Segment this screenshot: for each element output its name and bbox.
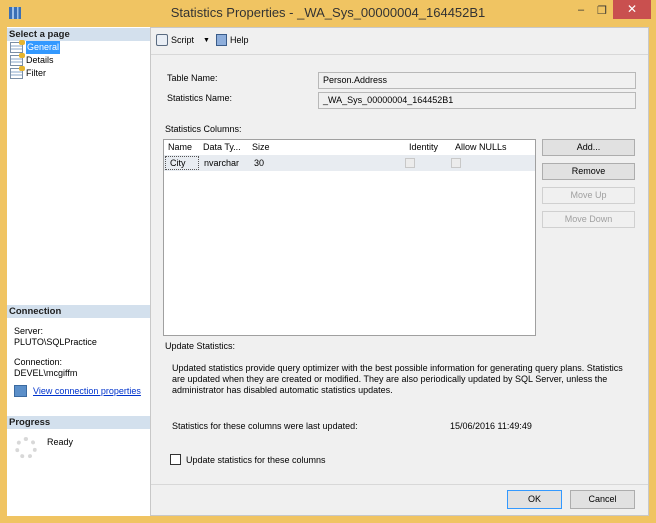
statistics-columns-grid[interactable]: Name Data Ty... Size Identity Allow NULL… bbox=[163, 139, 536, 336]
server-label: Server: bbox=[14, 326, 44, 336]
connection-value: DEVEL\mcgiffm bbox=[14, 368, 78, 378]
allow-nulls-checkbox[interactable] bbox=[451, 158, 461, 168]
page-details[interactable]: Details bbox=[10, 53, 54, 67]
page-label: General bbox=[26, 41, 61, 54]
page-icon bbox=[10, 40, 25, 53]
ok-button[interactable]: OK bbox=[507, 490, 562, 509]
last-updated-value: 15/06/2016 11:49:49 bbox=[450, 421, 532, 431]
column-header-identity[interactable]: Identity bbox=[409, 140, 438, 154]
column-header-data-type[interactable]: Data Ty... bbox=[203, 140, 241, 154]
connection-header: Connection bbox=[7, 305, 150, 318]
statistics-name-field[interactable]: _WA_Sys_00000004_164452B1 bbox=[318, 92, 636, 109]
table-row[interactable]: City nvarchar 30 bbox=[164, 155, 535, 171]
remove-button[interactable]: Remove bbox=[542, 163, 635, 180]
add-button[interactable]: Add... bbox=[542, 139, 635, 156]
statistics-name-label: Statistics Name: bbox=[167, 93, 233, 103]
last-updated-label: Statistics for these columns were last u… bbox=[172, 421, 358, 431]
statistics-columns-label: Statistics Columns: bbox=[165, 124, 242, 134]
view-connection-properties-link[interactable]: View connection properties bbox=[33, 386, 141, 396]
help-icon bbox=[216, 34, 227, 46]
cell-size[interactable]: 30 bbox=[254, 155, 264, 171]
page-label: Details bbox=[26, 55, 54, 65]
close-button[interactable]: ✕ bbox=[613, 0, 651, 19]
cell-data-type[interactable]: nvarchar bbox=[204, 155, 239, 171]
progress-status: Ready bbox=[47, 437, 74, 447]
move-up-button[interactable]: Move Up bbox=[542, 187, 635, 204]
page-icon bbox=[10, 53, 25, 66]
update-statistics-header: Update Statistics: bbox=[165, 341, 236, 351]
table-name-label: Table Name: bbox=[167, 73, 218, 83]
server-value: PLUTO\SQLPractice bbox=[14, 337, 97, 347]
connection-label: Connection: bbox=[14, 357, 63, 367]
help-button[interactable]: Help bbox=[216, 34, 249, 46]
cell-name[interactable]: City bbox=[165, 156, 199, 170]
select-page-header: Select a page bbox=[7, 28, 150, 41]
page-general[interactable]: General bbox=[10, 40, 61, 54]
column-header-name[interactable]: Name bbox=[168, 140, 192, 154]
dropdown-arrow-icon[interactable]: ▼ bbox=[203, 37, 210, 44]
page-label: Filter bbox=[26, 68, 46, 78]
identity-checkbox[interactable] bbox=[405, 158, 415, 168]
window-title: Statistics Properties - _WA_Sys_00000004… bbox=[170, 5, 486, 20]
minimize-button[interactable]: – bbox=[578, 4, 584, 16]
script-button[interactable]: Script ▼ bbox=[156, 34, 210, 46]
grid-header: Name Data Ty... Size Identity Allow NULL… bbox=[164, 140, 535, 155]
script-label: Script bbox=[171, 35, 195, 45]
maximize-button[interactable]: ❐ bbox=[597, 4, 607, 17]
connection-properties-icon bbox=[14, 385, 27, 397]
update-statistics-description: Updated statistics provide query optimiz… bbox=[172, 363, 623, 395]
progress-spinner-icon bbox=[15, 437, 37, 459]
move-down-button[interactable]: Move Down bbox=[542, 211, 635, 228]
update-statistics-checkbox[interactable] bbox=[170, 454, 181, 465]
footer-divider bbox=[151, 484, 648, 485]
left-pane: Select a page General Details Filter Con… bbox=[7, 27, 151, 516]
page-filter[interactable]: Filter bbox=[10, 66, 46, 80]
update-statistics-checkbox-label[interactable]: Update statistics for these columns bbox=[186, 455, 326, 465]
script-icon bbox=[156, 34, 168, 46]
toolbar: Script ▼ Help bbox=[151, 27, 648, 55]
column-header-size[interactable]: Size bbox=[252, 140, 270, 154]
column-header-allow-nulls[interactable]: Allow NULLs bbox=[455, 140, 507, 154]
progress-header: Progress bbox=[7, 416, 150, 429]
page-icon bbox=[10, 66, 25, 79]
help-label: Help bbox=[230, 35, 249, 45]
table-name-field[interactable]: Person.Address bbox=[318, 72, 636, 89]
cancel-button[interactable]: Cancel bbox=[570, 490, 635, 509]
